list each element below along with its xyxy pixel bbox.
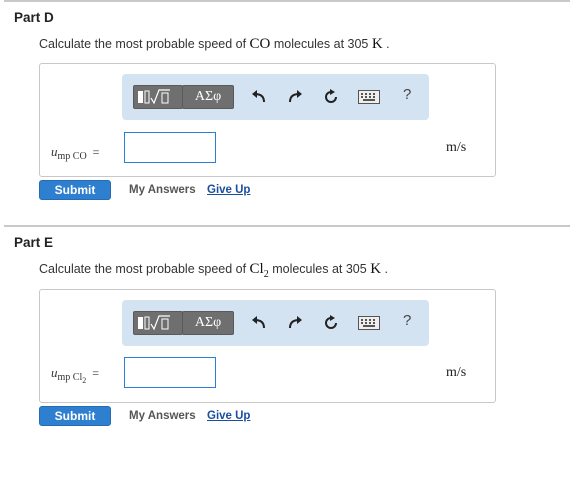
math-toolbar: ΑΣφ ? [122,74,429,120]
part-e-title: Part E [14,235,54,250]
part-e-answer-box: ΑΣφ ? ump Cl2= m/s [39,289,496,403]
part-d-title: Part D [14,10,54,25]
keyboard-icon[interactable] [358,316,380,330]
templates-button[interactable] [133,311,183,335]
keyboard-icon[interactable] [358,90,380,104]
greek-symbols-button[interactable]: ΑΣφ [182,85,234,109]
part-e-answer-input[interactable] [124,357,216,388]
part-d-submit-button[interactable]: Submit [39,180,111,200]
math-toolbar: ΑΣφ ? [122,300,429,346]
help-icon[interactable]: ? [403,312,411,329]
part-d-unit: m/s [446,140,467,155]
part-e-unit: m/s [446,365,467,380]
redo-icon[interactable] [286,88,304,106]
templates-button[interactable] [133,85,183,109]
templates-icon [138,315,170,331]
part-e-my-answers-link[interactable]: My Answers [129,410,196,422]
reset-icon[interactable] [322,314,340,332]
undo-icon[interactable] [250,88,268,106]
reset-icon[interactable] [322,88,340,106]
part-d-answer-input[interactable] [124,132,216,163]
part-e-question: Calculate the most probable speed of Cl2… [39,261,388,280]
greek-symbols-button[interactable]: ΑΣφ [182,311,234,335]
part-d-give-up-link[interactable]: Give Up [207,184,250,196]
part-d-variable-label: ump CO = [51,144,100,162]
undo-icon[interactable] [250,314,268,332]
redo-icon[interactable] [286,314,304,332]
part-e-give-up-link[interactable]: Give Up [207,410,250,422]
part-e-variable-label: ump Cl2= [51,365,100,385]
part-e-divider [4,225,570,227]
top-divider [4,0,570,2]
part-d-my-answers-link[interactable]: My Answers [129,184,196,196]
help-icon[interactable]: ? [403,86,411,103]
part-e-submit-button[interactable]: Submit [39,406,111,426]
templates-icon [138,89,170,105]
part-d-question: Calculate the most probable speed of CO … [39,36,390,52]
part-d-answer-box: ΑΣφ ? ump CO = m/s [39,63,496,177]
